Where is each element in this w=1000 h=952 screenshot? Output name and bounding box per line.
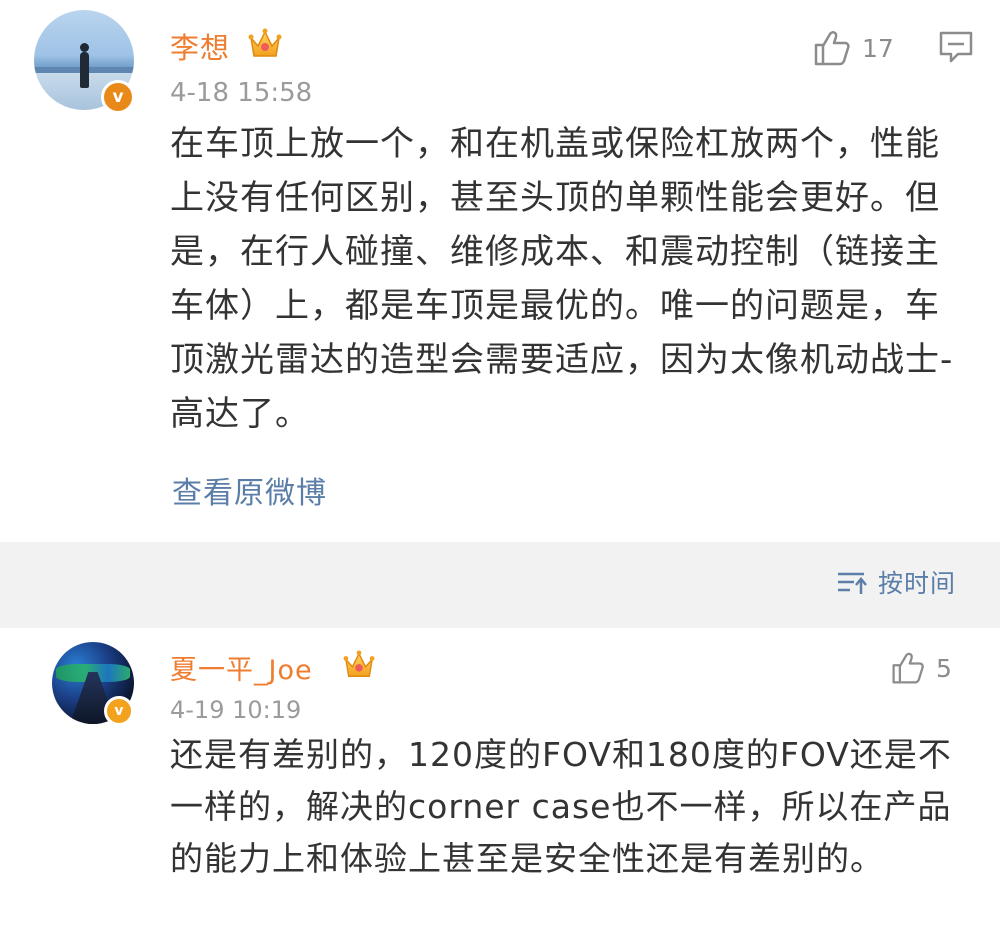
original-post: v 李想 4-18 15:58 17 在车顶上放一个，和在机盖或保险杠放两个，性…: [0, 0, 1000, 542]
author-name[interactable]: 李想: [170, 25, 230, 67]
crown-icon: [343, 650, 375, 677]
post-timestamp: 4-18 15:58: [170, 78, 313, 108]
like-count: 17: [862, 33, 894, 63]
like-count: 5: [936, 653, 952, 683]
comment-icon[interactable]: [938, 30, 974, 64]
avatar-person-head: [80, 43, 89, 52]
view-original-link[interactable]: 查看原微博: [172, 468, 327, 512]
comment-sort-bar: 按时间: [0, 542, 1000, 628]
thumbs-up-icon: [892, 652, 924, 684]
crown-icon: [248, 28, 282, 57]
comment-body: 还是有差别的，120度的FOV和180度的FOV还是不一样的，解决的corner…: [170, 735, 952, 878]
comment-timestamp: 4-19 10:19: [170, 696, 302, 724]
thumbs-up-icon: [814, 31, 850, 66]
verified-badge-icon: v: [104, 696, 134, 726]
verified-badge-icon: v: [101, 80, 135, 114]
sort-label: 按时间: [878, 569, 957, 598]
sort-by-time-button[interactable]: 按时间: [836, 564, 956, 600]
like-button[interactable]: 17: [812, 28, 894, 68]
comment-item: v 夏一平_Joe 4-19 10:19 5 还是有差别的，120度的FOV和1…: [0, 628, 1000, 952]
avatar-person: [80, 52, 89, 88]
commenter-name[interactable]: 夏一平_Joe: [170, 648, 313, 687]
post-body: 在车顶上放一个，和在机盖或保险杠放两个，性能上没有任何区别，甚至头顶的单颗性能会…: [170, 124, 954, 434]
sort-icon: [838, 572, 867, 594]
like-button[interactable]: 5: [890, 650, 952, 686]
